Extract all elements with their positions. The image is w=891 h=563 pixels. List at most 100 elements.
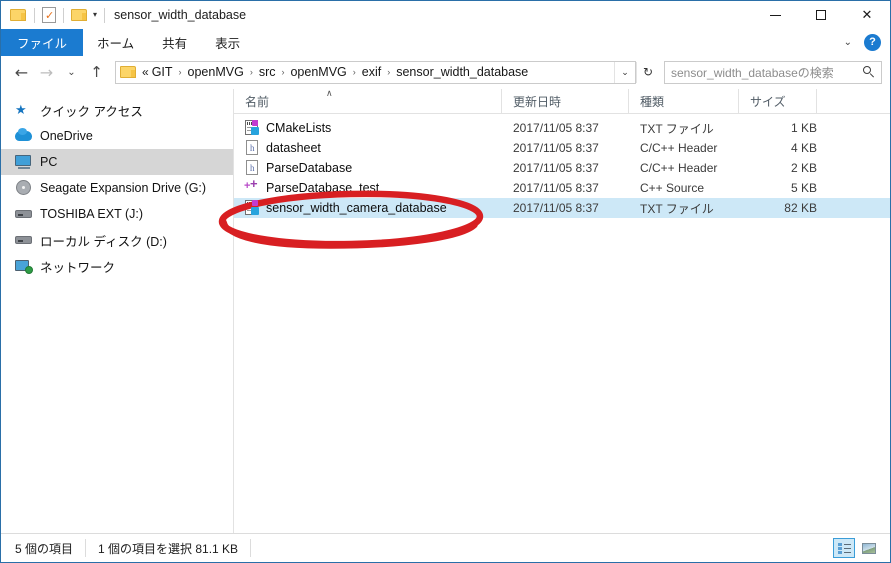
breadcrumb-item-exif[interactable]: exif bbox=[361, 65, 382, 79]
window-controls: ✕ bbox=[752, 1, 890, 29]
file-type: C/C++ Header bbox=[640, 161, 718, 175]
sidebar-item-label: OneDrive bbox=[40, 129, 93, 143]
table-row[interactable]: + + ParseDatabase_test 2017/11/05 8:37 C+… bbox=[234, 176, 890, 198]
sidebar-item-label: ネットワーク bbox=[40, 260, 116, 275]
column-header-type[interactable]: 種類 bbox=[629, 89, 739, 113]
chevron-right-icon[interactable]: › bbox=[348, 67, 361, 77]
sidebar-item-local-disk[interactable]: ローカル ディスク (D:) bbox=[1, 227, 233, 253]
sidebar-item-seagate-expansion-drive[interactable]: Seagate Expansion Drive (G:) bbox=[1, 175, 233, 201]
sidebar-item-label: PC bbox=[40, 155, 58, 169]
divider bbox=[34, 7, 35, 23]
tab-share[interactable]: 共有 bbox=[148, 29, 201, 56]
file-size: 1 KB bbox=[790, 121, 817, 135]
details-view-button[interactable] bbox=[833, 538, 855, 558]
file-name-cell[interactable]: + + ParseDatabase_test bbox=[234, 176, 502, 196]
file-modified: 2017/11/05 8:37 bbox=[513, 181, 599, 195]
minimize-button[interactable] bbox=[752, 1, 798, 29]
tab-view[interactable]: 表示 bbox=[201, 29, 254, 56]
window-title: sensor_width_database bbox=[114, 8, 247, 22]
hard-drive-icon bbox=[15, 206, 33, 222]
chevron-right-icon[interactable]: › bbox=[382, 67, 395, 77]
breadcrumb-item-openmvg[interactable]: openMVG bbox=[187, 65, 245, 79]
search-box[interactable]: sensor_width_databaseの検索 bbox=[664, 60, 882, 84]
breadcrumb[interactable]: « GIT › openMVG › src › openMVG › exif ›… bbox=[116, 65, 614, 79]
sidebar-item-pc[interactable]: PC bbox=[1, 149, 233, 175]
sidebar-item-onedrive[interactable]: OneDrive bbox=[1, 123, 233, 149]
cloud-icon bbox=[15, 128, 33, 144]
chevron-down-icon[interactable]: ▾ bbox=[93, 11, 97, 19]
star-icon: ★ bbox=[15, 102, 27, 117]
chevron-down-icon[interactable]: ⌄ bbox=[844, 37, 852, 48]
sidebar-item-toshiba-ext[interactable]: TOSHIBA EXT (J:) bbox=[1, 201, 233, 227]
title-bar: ✓ ▾ sensor_width_database ✕ bbox=[1, 1, 890, 29]
refresh-icon[interactable]: ↻ bbox=[636, 61, 659, 83]
address-bar[interactable]: « GIT › openMVG › src › openMVG › exif ›… bbox=[115, 60, 636, 84]
maximize-button[interactable] bbox=[798, 1, 844, 29]
content-area: ★ クイック アクセス OneDrive PC Seagate Expansio… bbox=[1, 88, 890, 534]
file-type: TXT ファイル bbox=[640, 201, 714, 216]
header-file-icon: h bbox=[245, 160, 259, 176]
minimize-icon bbox=[769, 14, 781, 16]
breadcrumb-item-openmvg-inner[interactable]: openMVG bbox=[289, 65, 347, 79]
recent-locations-button[interactable]: ⌄ bbox=[59, 58, 84, 86]
header-file-icon: h bbox=[245, 140, 259, 156]
table-row[interactable]: CMakeLists 2017/11/05 8:37 TXT ファイル 1 KB bbox=[234, 118, 890, 138]
table-row[interactable]: h ParseDatabase 2017/11/05 8:37 C/C++ He… bbox=[234, 158, 890, 178]
status-bar: 5 個の項目 1 個の項目を選択 81.1 KB bbox=[1, 533, 890, 562]
file-size: 82 KB bbox=[784, 201, 817, 215]
folder-icon bbox=[120, 65, 137, 79]
selection-status: 1 個の項目を選択 81.1 KB bbox=[86, 539, 252, 557]
quick-access-toolbar: ✓ ▾ bbox=[1, 7, 112, 23]
breadcrumb-item-src[interactable]: src bbox=[258, 65, 277, 79]
file-name: ParseDatabase bbox=[266, 161, 353, 175]
cpp-source-file-icon: + + bbox=[244, 176, 258, 192]
new-folder-icon[interactable] bbox=[71, 8, 88, 22]
check-glyph: ✓ bbox=[45, 10, 55, 22]
sidebar-item-network[interactable]: ネットワーク bbox=[1, 253, 233, 279]
disc-drive-icon bbox=[15, 180, 33, 196]
item-count-status: 5 個の項目 bbox=[1, 539, 87, 557]
chevron-right-icon[interactable]: › bbox=[245, 67, 258, 77]
address-dropdown-icon[interactable]: ⌄ bbox=[614, 61, 635, 83]
tab-file[interactable]: ファイル bbox=[1, 29, 84, 56]
up-button[interactable]: ↑ bbox=[84, 58, 109, 86]
properties-icon[interactable]: ✓ bbox=[42, 7, 56, 23]
close-button[interactable]: ✕ bbox=[844, 1, 890, 29]
file-name-cell[interactable]: h datasheet bbox=[234, 140, 502, 156]
file-name-cell[interactable]: sensor_width_camera_database bbox=[234, 200, 502, 216]
file-name-cell[interactable]: h ParseDatabase bbox=[234, 160, 502, 176]
search-icon[interactable] bbox=[863, 66, 875, 78]
file-size: 2 KB bbox=[790, 161, 817, 175]
breadcrumb-item-git[interactable]: GIT bbox=[151, 65, 174, 79]
file-modified: 2017/11/05 8:37 bbox=[513, 121, 599, 135]
tab-home[interactable]: ホーム bbox=[83, 29, 148, 56]
column-header-modified[interactable]: 更新日時 bbox=[502, 89, 629, 113]
forward-button[interactable]: → bbox=[34, 58, 59, 86]
folder-icon[interactable] bbox=[10, 8, 27, 22]
file-size: 5 KB bbox=[790, 181, 817, 195]
chevron-right-icon[interactable]: › bbox=[276, 67, 289, 77]
file-list-pane: 名前 ∧ 更新日時 種類 サイズ CMakeLists 2017/11/05 8… bbox=[234, 88, 890, 534]
file-type: C/C++ Header bbox=[640, 141, 718, 155]
sidebar-item-quick-access[interactable]: ★ クイック アクセス bbox=[1, 97, 233, 123]
back-button[interactable]: ← bbox=[9, 58, 34, 86]
column-header-size[interactable]: サイズ bbox=[739, 89, 817, 113]
breadcrumb-overflow[interactable]: « bbox=[142, 65, 151, 79]
table-row[interactable]: sensor_width_camera_database 2017/11/05 … bbox=[234, 198, 890, 218]
ribbon-right-controls: ⌄ ? bbox=[844, 29, 890, 56]
file-name: CMakeLists bbox=[266, 121, 332, 135]
large-icons-view-button[interactable] bbox=[858, 538, 880, 558]
column-header-name[interactable]: 名前 ∧ bbox=[234, 88, 502, 113]
search-input[interactable]: sensor_width_databaseの検索 bbox=[671, 64, 859, 81]
view-toggle-group bbox=[833, 538, 890, 558]
file-name-cell[interactable]: CMakeLists bbox=[234, 120, 502, 136]
file-name: datasheet bbox=[266, 141, 321, 155]
table-row[interactable]: h datasheet 2017/11/05 8:37 C/C++ Header… bbox=[234, 138, 890, 158]
help-icon[interactable]: ? bbox=[864, 34, 881, 51]
address-bar-row: ← → ⌄ ↑ « GIT › openMVG › src › openMVG … bbox=[1, 56, 890, 88]
network-icon bbox=[15, 258, 33, 274]
breadcrumb-item-sensor-width-database[interactable]: sensor_width_database bbox=[395, 65, 529, 79]
chevron-right-icon[interactable]: › bbox=[174, 67, 187, 77]
sidebar-item-label: クイック アクセス bbox=[40, 104, 143, 119]
txt-file-icon bbox=[245, 200, 259, 216]
